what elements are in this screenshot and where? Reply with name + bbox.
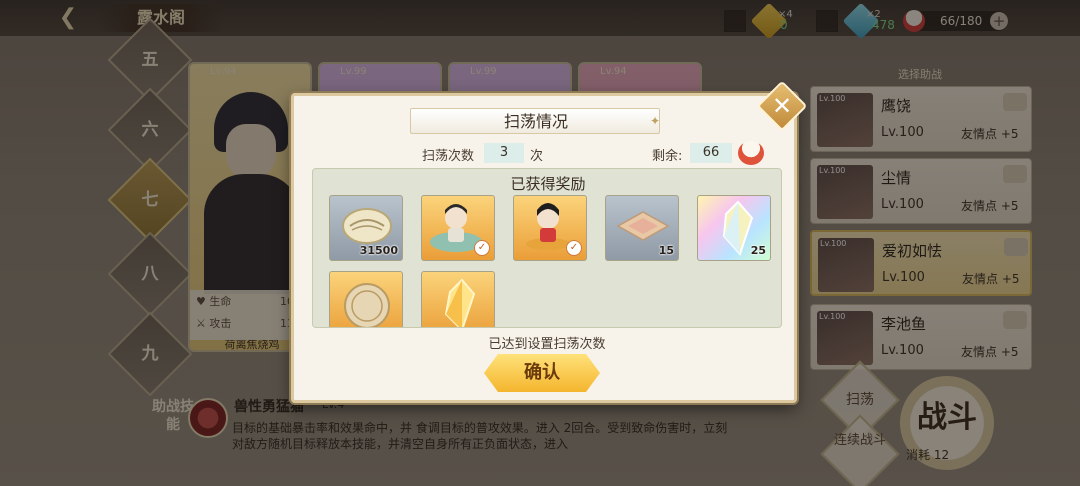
reward-item[interactable]: [421, 271, 495, 327]
title-ornament-icon: ✦: [650, 114, 661, 128]
sweep-result-dialog: ✦ 扫荡情况 ✦ ✕ 扫荡次数 3 次 剩余: 66 已获得奖励 31500: [291, 80, 808, 403]
reward-quantity: 15: [658, 244, 674, 257]
sweep-complete-text: 已达到设置扫荡次数: [488, 337, 606, 352]
reward-item[interactable]: [329, 271, 403, 327]
confirm-label: 确认: [524, 362, 560, 383]
sweep-count-value: 3: [484, 143, 524, 163]
sweep-count-label: 扫荡次数: [422, 149, 475, 164]
close-icon[interactable]: ✕: [764, 88, 800, 124]
rewards-title: 已获得奖励: [510, 175, 586, 193]
gold-crystal-icon: [444, 278, 476, 327]
reward-item[interactable]: 25: [697, 195, 771, 261]
owned-check-icon: ✓: [474, 240, 490, 256]
sweep-count-unit: 次: [530, 149, 544, 164]
owned-check-icon: ✓: [566, 240, 582, 256]
reward-quantity: 31500: [359, 244, 398, 257]
title-plate: 扫荡情况: [410, 108, 660, 134]
rewards-panel: 已获得奖励 31500 ✓ ✓ 15 25: [312, 168, 782, 328]
coin-icon: [344, 283, 390, 327]
reward-item[interactable]: ✓: [421, 195, 495, 261]
dialog-title: 扫荡情况: [503, 112, 568, 131]
reward-item[interactable]: ✓: [513, 195, 587, 261]
remaining-label: 剩余:: [652, 149, 683, 164]
rice-bowl-icon: [738, 141, 764, 165]
reward-item[interactable]: 15: [605, 195, 679, 261]
reward-item[interactable]: 31500: [329, 195, 403, 261]
remaining-value: 66: [690, 143, 732, 163]
reward-quantity: 25: [750, 244, 766, 257]
